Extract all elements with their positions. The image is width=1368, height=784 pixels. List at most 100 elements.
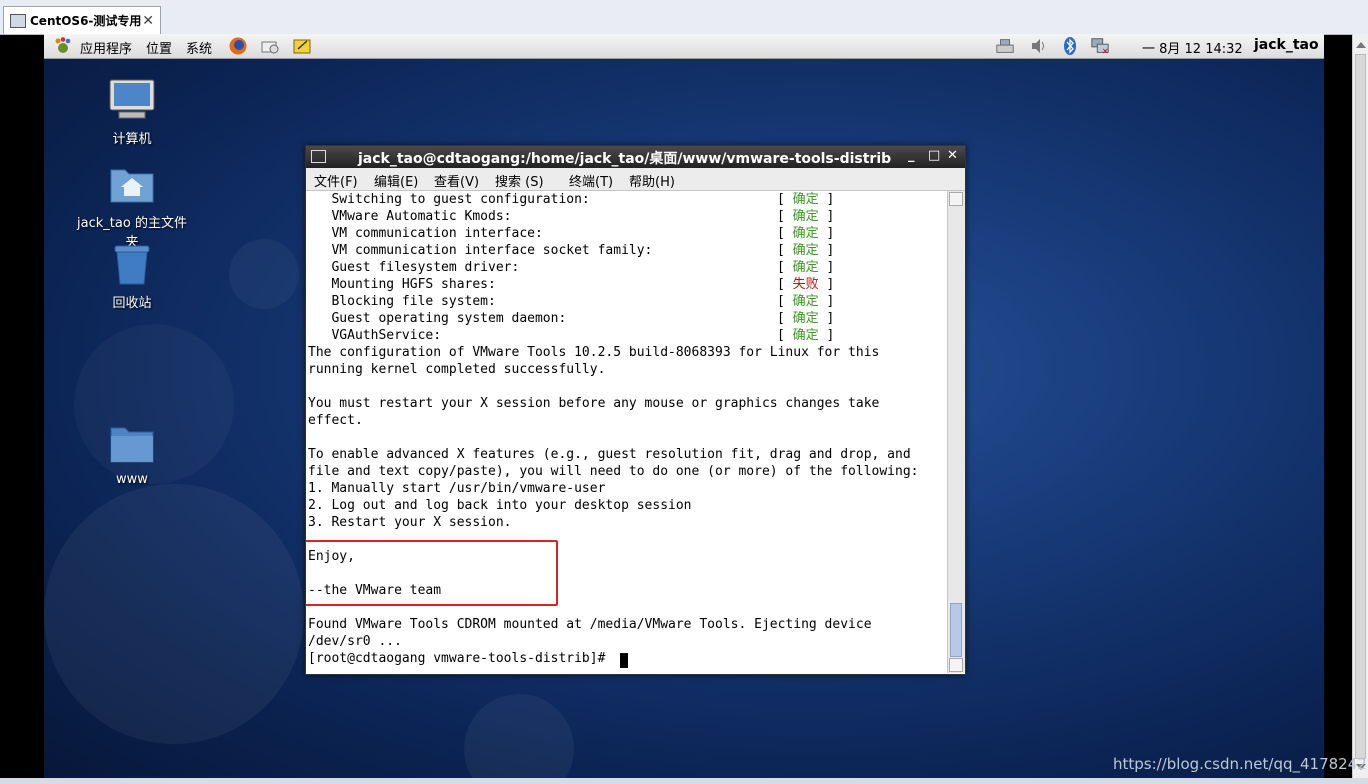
host-status-bar	[0, 778, 1368, 784]
terminal-line: Switching to guest configuration:	[308, 192, 590, 207]
computer-icon	[109, 79, 155, 119]
host-vertical-scrollbar[interactable]	[1352, 34, 1368, 778]
host-tab-bar: CentOS6-测试专用 ✕	[0, 0, 1368, 35]
background-bubble	[229, 239, 299, 309]
status-badge: [ 确定 ]	[777, 209, 835, 224]
terminal-line: file and text copy/paste), you will need…	[308, 464, 919, 479]
desktop-icon-home[interactable]: jack_tao 的主文件夹	[72, 162, 192, 250]
terminal-line: VMware Automatic Kmods:	[308, 209, 512, 224]
status-badge: [ 确定 ]	[777, 192, 835, 207]
terminal-titlebar[interactable]: jack_tao@cdtaogang:/home/jack_tao/桌面/www…	[306, 146, 965, 168]
terminal-line: The configuration of VMware Tools 10.2.5…	[308, 345, 880, 360]
terminal-scroll-thumb[interactable]	[950, 603, 962, 657]
status-text: 确定	[792, 243, 819, 258]
terminal-line: /dev/sr0 ...	[308, 634, 402, 649]
desktop-icon-label: 计算机	[112, 132, 152, 147]
desktop-icon-www[interactable]: www	[72, 422, 192, 487]
menu-terminal[interactable]: 终端(T)	[569, 171, 613, 190]
host-tab-title: CentOS6-测试专用	[30, 14, 142, 28]
terminal-line: effect.	[308, 413, 363, 428]
network-icon[interactable]	[995, 36, 1015, 56]
user-menu[interactable]: jack_tao	[1254, 37, 1319, 53]
close-button[interactable]: ✕	[947, 148, 958, 163]
svg-text:✕: ✕	[1102, 46, 1109, 56]
desktop-icon-trash[interactable]: 回收站	[72, 242, 192, 311]
status-text: 确定	[792, 294, 819, 309]
desktop-icon-label: www	[116, 472, 148, 487]
terminal-line: 2. Log out and log back into your deskto…	[308, 498, 692, 513]
terminal-cursor	[620, 653, 628, 668]
menu-places[interactable]: 位置	[146, 38, 172, 57]
menu-help[interactable]: 帮助(H)	[629, 171, 675, 190]
guest-desktop: 应用程序 位置 系统 ✕ 一 8月 12 14:32 jack_tao 计算机 …	[44, 34, 1324, 778]
bluetooth-icon[interactable]	[1060, 36, 1080, 56]
status-badge: [ 确定 ]	[777, 260, 835, 275]
menu-edit[interactable]: 编辑(E)	[374, 171, 418, 190]
notes-icon[interactable]	[292, 36, 312, 56]
terminal-line: running kernel completed successfully.	[308, 362, 606, 377]
terminal-menubar: 文件(F) 编辑(E) 查看(V) 搜索 (S) 终端(T) 帮助(H)	[306, 168, 965, 191]
terminal-title: jack_tao@cdtaogang:/home/jack_tao/桌面/www…	[358, 151, 892, 167]
status-badge: [ 确定 ]	[777, 243, 835, 258]
terminal-line: Guest operating system daemon:	[308, 311, 567, 326]
status-text: 确定	[792, 226, 819, 241]
highlight-box	[306, 540, 558, 606]
terminal-line: Blocking file system:	[308, 294, 496, 309]
menu-system[interactable]: 系统	[186, 38, 212, 57]
terminal-icon	[311, 150, 326, 163]
menu-applications[interactable]: 应用程序	[80, 38, 132, 57]
background-bubble	[44, 484, 304, 744]
home-folder-icon	[110, 169, 154, 203]
host-vm-tab[interactable]: CentOS6-测试专用 ✕	[3, 6, 161, 34]
network-disconnected-icon[interactable]: ✕	[1090, 36, 1110, 56]
clock[interactable]: 一 8月 12 14:32	[1142, 38, 1243, 57]
scroll-up-button[interactable]	[949, 192, 963, 206]
scroll-down-button[interactable]	[949, 658, 963, 672]
background-bubble	[464, 694, 574, 778]
maximize-button[interactable]: □	[928, 148, 940, 163]
terminal-line: Found VMware Tools CDROM mounted at /med…	[308, 617, 872, 632]
status-text: 确定	[792, 260, 819, 275]
terminal-line: 1. Manually start /usr/bin/vmware-user	[308, 481, 606, 496]
menu-search[interactable]: 搜索 (S)	[495, 171, 544, 190]
close-icon[interactable]: ✕	[142, 13, 154, 29]
mail-clock-icon[interactable]	[260, 36, 280, 56]
status-badge: [ 确定 ]	[777, 311, 835, 326]
terminal-line: Guest filesystem driver:	[308, 260, 520, 275]
host-scroll-thumb[interactable]	[1355, 54, 1366, 759]
minimize-button[interactable]: _	[908, 148, 915, 163]
menu-file[interactable]: 文件(F)	[314, 171, 358, 190]
terminal-line: Mounting HGFS shares:	[308, 277, 496, 292]
status-text: 确定	[792, 192, 819, 207]
status-badge: [ 确定 ]	[777, 328, 835, 343]
terminal-line: 3. Restart your X session.	[308, 515, 512, 530]
terminal-line: To enable advanced X features (e.g., gue…	[308, 447, 911, 462]
vm-icon	[10, 13, 26, 28]
scroll-up-icon[interactable]	[1356, 42, 1366, 48]
status-badge: [ 确定 ]	[777, 294, 835, 309]
volume-icon[interactable]	[1029, 36, 1049, 56]
status-text: 确定	[792, 328, 819, 343]
folder-icon	[110, 427, 154, 463]
gnome-foot-icon[interactable]	[53, 36, 73, 56]
trash-icon	[114, 245, 150, 285]
status-text: 失败	[792, 277, 819, 292]
terminal-line: VGAuthService:	[308, 328, 442, 343]
firefox-icon[interactable]	[228, 36, 248, 56]
terminal-line: You must restart your X session before a…	[308, 396, 880, 411]
status-text: 确定	[792, 209, 819, 224]
terminal-output[interactable]: Switching to guest configuration: VMware…	[306, 191, 947, 673]
top-panel: 应用程序 位置 系统 ✕ 一 8月 12 14:32 jack_tao	[44, 34, 1324, 59]
desktop-icon-label: 回收站	[112, 296, 152, 311]
status-badge: [ 失败 ]	[777, 277, 835, 292]
terminal-line: VM communication interface:	[308, 226, 543, 241]
status-badge: [ 确定 ]	[777, 226, 835, 241]
terminal-line: VM communication interface socket family…	[308, 243, 653, 258]
terminal-line: [root@cdtaogang vmware-tools-distrib]#	[308, 651, 614, 666]
desktop-icon-computer[interactable]: 计算机	[72, 78, 192, 147]
watermark: https://blog.csdn.net/qq_4178242	[1113, 755, 1367, 773]
menu-view[interactable]: 查看(V)	[434, 171, 479, 190]
terminal-window[interactable]: jack_tao@cdtaogang:/home/jack_tao/桌面/www…	[305, 145, 966, 675]
status-text: 确定	[792, 311, 819, 326]
terminal-scrollbar[interactable]	[947, 191, 965, 673]
